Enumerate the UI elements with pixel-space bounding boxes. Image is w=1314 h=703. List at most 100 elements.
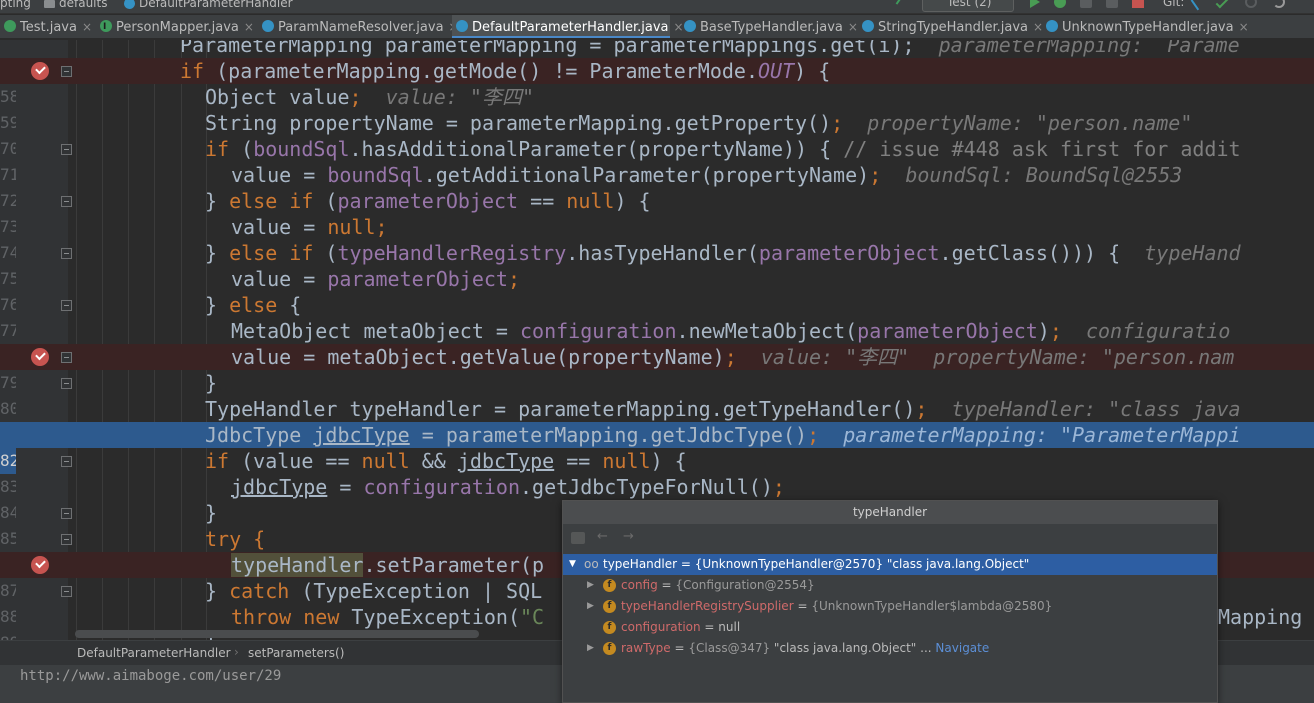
fold-icon[interactable]: [61, 66, 72, 77]
run-config-select[interactable]: Test (2): [922, 0, 1014, 12]
field-icon: f: [603, 579, 616, 592]
fold-icon[interactable]: [61, 352, 72, 363]
variable-value: {Class@347}: [688, 641, 771, 655]
variable-value: {UnknownTypeHandler$lambda@2580}: [811, 599, 1053, 613]
ide-window: pting defaults DefaultParameterHandler T…: [0, 0, 1314, 703]
tree-node[interactable]: ▶ f config = {Configuration@2554}: [563, 575, 1217, 596]
code-text: typeHandler.setParameter(p: [231, 553, 545, 577]
fold-icon[interactable]: [61, 534, 72, 545]
folder-icon: [44, 0, 55, 8]
tree-node-root[interactable]: ▼ oo typeHandler = {UnknownTypeHandler@2…: [563, 554, 1217, 575]
horizontal-scrollbar[interactable]: [75, 630, 479, 638]
watermark-url: http://www.aimaboge.com/user/29: [20, 668, 282, 684]
code-line[interactable]: 83 if (value == null && jdbcType == null…: [0, 448, 1314, 496]
fold-icon[interactable]: [61, 300, 72, 311]
hammer-icon[interactable]: [895, 0, 913, 11]
code-line[interactable]: 77 } else {: [0, 292, 1314, 340]
chevron-down-icon[interactable]: ▼: [569, 554, 576, 575]
tab-personmapper-java[interactable]: PersonMapper.java×: [96, 15, 254, 38]
code-text: if (value == null && jdbcType == null) {: [205, 449, 687, 473]
breadcrumb-class[interactable]: DefaultParameterHandler: [77, 646, 231, 660]
git-commit-icon[interactable]: [1215, 0, 1229, 9]
nav-crumb-package[interactable]: pting: [0, 0, 31, 10]
tab-test-java[interactable]: Test.java ×: [0, 15, 95, 38]
inline-value-hint: propertyName: "person.name": [867, 111, 1193, 135]
code-line[interactable]: 79 value = metaObject.getValue(propertyN…: [0, 344, 1314, 392]
navigate-link[interactable]: Navigate: [935, 641, 989, 655]
code-text: value = metaObject.getValue(propertyName…: [231, 345, 1235, 369]
fold-icon[interactable]: [61, 508, 72, 519]
tree-node[interactable]: ▶ f rawType = {Class@347} "class java.la…: [563, 638, 1217, 659]
breadcrumb-method[interactable]: setParameters(): [248, 646, 344, 660]
tab-paramnameresolver-java[interactable]: ParamNameResolver.java×: [258, 15, 459, 38]
code-line[interactable]: 84 jdbcType = configuration.getJdbcTypeF…: [0, 474, 1314, 522]
close-icon[interactable]: ×: [244, 20, 254, 34]
code-line[interactable]: 72 value = boundSql.getAdditionalParamet…: [0, 162, 1314, 210]
fold-icon[interactable]: [61, 196, 72, 207]
fold-icon[interactable]: [61, 378, 72, 389]
code-line[interactable]: 59 Object value; value: "李四": [0, 84, 1314, 132]
code-text: try {: [205, 527, 266, 551]
code-text: } else if (typeHandlerRegistry.hasTypeHa…: [205, 241, 1241, 265]
breakpoint-icon[interactable]: [31, 348, 49, 366]
code-text: }: [205, 371, 218, 395]
close-icon[interactable]: ×: [1239, 20, 1249, 34]
code-line[interactable]: 81 TypeHandler typeHandler = parameterMa…: [0, 396, 1314, 444]
chevron-right-icon[interactable]: ▶: [587, 575, 594, 596]
nav-crumb-class[interactable]: DefaultParameterHandler: [124, 0, 293, 10]
chevron-right-icon[interactable]: ▶: [587, 638, 594, 659]
field-icon: f: [603, 642, 616, 655]
chevron-right-icon[interactable]: ▶: [587, 596, 594, 617]
breakpoint-icon[interactable]: [31, 62, 49, 80]
debug-icon[interactable]: [1054, 0, 1066, 8]
stop-icon[interactable]: [1132, 0, 1144, 8]
code-line[interactable]: 58 if (parameterMapping.getMode() != Par…: [0, 58, 1314, 106]
code-comment: // issue #448 ask first for addit: [843, 137, 1241, 161]
revert-icon[interactable]: [1273, 0, 1285, 8]
coverage-icon[interactable]: [1080, 0, 1092, 8]
fold-icon[interactable]: [61, 456, 72, 467]
close-icon[interactable]: ×: [848, 20, 858, 34]
code-text: JdbcType jdbcType = parameterMapping.get…: [205, 423, 1241, 447]
variable-inspector-popup[interactable]: typeHandler ← → ▼ oo typeHandler = {Unkn…: [562, 500, 1218, 703]
code-line[interactable]: 78 MetaObject metaObject = configuration…: [0, 318, 1314, 366]
inline-value-hint: typeHand: [1144, 241, 1241, 265]
java-class-icon: [1046, 20, 1058, 32]
tab-unknowntypehandler-java[interactable]: UnknownTypeHandler.java ×: [1042, 15, 1249, 38]
git-update-icon[interactable]: [1190, 0, 1208, 11]
current-execution-line[interactable]: 82 JdbcType jdbcType = parameterMapping.…: [0, 422, 1314, 474]
profile-icon[interactable]: [1106, 0, 1118, 8]
code-line[interactable]: 70 String propertyName = parameterMappin…: [0, 110, 1314, 158]
code-line[interactable]: 71 if (boundSql.hasAdditionalParameter(p…: [0, 136, 1314, 184]
tab-basetypehandler-java[interactable]: BaseTypeHandler.java ×: [680, 15, 858, 38]
code-line[interactable]: 74 value = null;: [0, 214, 1314, 262]
java-class-icon: [862, 20, 874, 32]
run-icon[interactable]: [1030, 0, 1040, 8]
code-line[interactable]: 57 ParameterMapping parameterMapping = p…: [0, 40, 1314, 80]
variable-name: configuration: [621, 620, 701, 634]
code-line[interactable]: 75 } else if (typeHandlerRegistry.hasTyp…: [0, 240, 1314, 288]
code-line[interactable]: 80 }: [0, 370, 1314, 418]
tab-stringtypehandler-java[interactable]: StringTypeHandler.java ×: [858, 15, 1043, 38]
inline-value-hint: boundSql: BoundSql@2553: [905, 163, 1183, 187]
java-class-icon: [262, 20, 274, 32]
code-text: throw new TypeException("C: [231, 605, 545, 629]
tab-defaultparameterhandler-java[interactable]: DefaultParameterHandler.java ×: [452, 15, 684, 38]
history-icon[interactable]: [1245, 0, 1257, 8]
breakpoint-icon[interactable]: [31, 556, 49, 574]
close-icon[interactable]: ×: [82, 20, 92, 34]
forward-arrow-icon[interactable]: →: [623, 529, 634, 544]
code-text: value = null;: [231, 215, 388, 239]
fold-icon[interactable]: [61, 586, 72, 597]
tree-node[interactable]: ▶ f typeHandlerRegistrySupplier = {Unkno…: [563, 596, 1217, 617]
fold-icon[interactable]: [61, 144, 72, 155]
code-line[interactable]: 76 value = parameterObject;: [0, 266, 1314, 314]
fold-icon[interactable]: [61, 248, 72, 259]
nav-crumb-folder[interactable]: defaults: [44, 0, 107, 10]
back-arrow-icon[interactable]: ←: [597, 529, 608, 544]
code-text: TypeHandler typeHandler = parameterMappi…: [205, 397, 1241, 421]
evaluate-icon[interactable]: [571, 532, 585, 544]
code-line[interactable]: 73 } else if (parameterObject == null) {: [0, 188, 1314, 236]
tree-node[interactable]: f configuration = null: [563, 617, 1217, 638]
editor-tabs: Test.java× PersonMapper.java× ParamNameR…: [0, 15, 1314, 39]
